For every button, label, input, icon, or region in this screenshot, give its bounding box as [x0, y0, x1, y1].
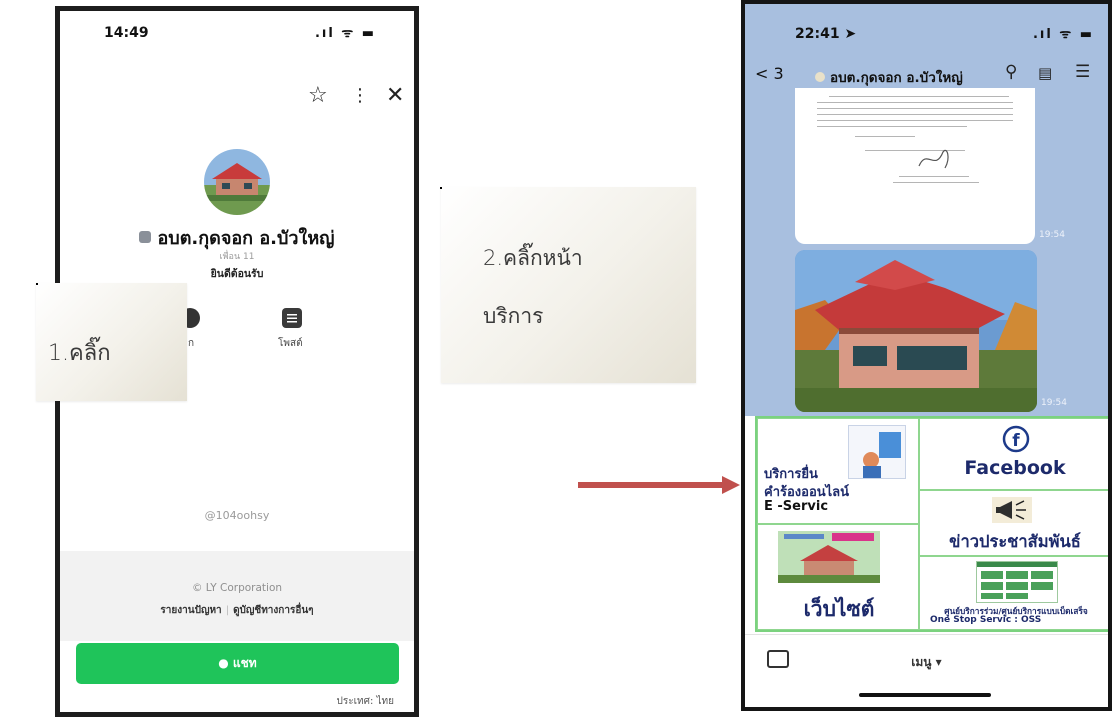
back-button[interactable]: < 3 — [755, 64, 784, 83]
location-arrow-icon: ➤ — [844, 26, 857, 42]
e-service-illustration — [848, 425, 906, 479]
chat-button[interactable]: ● แชท — [76, 643, 399, 684]
status-icons: .ıl ᯤ ▬ — [1032, 27, 1094, 42]
profile-name: อบต.กุดจอก อ.บัวใหญ่ — [60, 223, 414, 252]
arrow-head — [722, 476, 740, 494]
menu-toggle[interactable]: เมนู ▾ — [745, 653, 1108, 672]
welcome-text: ยินดีต้อนรับ — [210, 268, 264, 280]
unread-count: 3 — [773, 64, 784, 83]
rich-menu-website[interactable]: เว็บไซต์ — [757, 524, 919, 630]
oss-thumbnail — [976, 561, 1058, 603]
profile-avatar — [204, 149, 270, 215]
menu-icon[interactable]: ☰ — [1075, 62, 1090, 82]
search-icon[interactable]: ⚲ — [1005, 62, 1017, 82]
callout-step-1-text: 1.คลิ๊ก — [48, 341, 111, 366]
home-indicator — [172, 713, 302, 717]
verified-badge-icon — [139, 231, 152, 243]
facebook-label: Facebook — [964, 457, 1066, 479]
chat-button-label: แชท — [232, 656, 257, 670]
status-time: 22:41 ➤ — [795, 26, 856, 42]
message-time-1: 19:54 — [1039, 230, 1065, 240]
news-label: ข่าวประชาสัมพันธ์ — [949, 532, 1081, 551]
website-thumbnail — [778, 531, 880, 583]
more-icon[interactable]: ⋮ — [351, 85, 369, 106]
rich-menu-facebook[interactable]: f Facebook — [919, 418, 1108, 490]
right-phone-screenshot: 22:41 ➤ .ıl ᯤ ▬ < 3 อบต.กุดจอก อ.บัวใหญ่… — [741, 0, 1112, 711]
close-icon[interactable]: ✕ — [386, 83, 404, 108]
chat-title-text: อบต.กุดจอก อ.บัวใหญ่ — [830, 70, 963, 86]
friends-count: เพื่อน 11 — [219, 252, 255, 262]
back-chevron-icon: < — [755, 64, 769, 83]
star-icon[interactable]: ☆ — [308, 83, 328, 108]
chat-bubble-icon: ● — [218, 656, 233, 670]
chat-avatar-icon — [815, 72, 825, 82]
rich-menu-oss[interactable]: ศูนย์บริการร่วม/ศูนย์บริการแบบเบ็ดเสร็จ … — [919, 556, 1108, 630]
right-arrow-icon — [578, 476, 740, 494]
website-label: เว็บไซต์ — [803, 597, 875, 621]
arrow-shaft — [578, 482, 724, 488]
action-label-chat: ก — [188, 338, 195, 349]
copyright: © LY Corporation — [191, 582, 283, 594]
callout-step-2: 2.คลิ๊กหน้า บริการ — [441, 187, 696, 383]
message-time-2: 19:54 — [1041, 398, 1067, 408]
status-time: 14:49 — [104, 25, 149, 41]
photo-message[interactable] — [795, 250, 1037, 412]
line-id: @104oohsy — [204, 509, 270, 522]
action-label-post: โพสต์ — [278, 338, 303, 349]
rich-menu: บริการยื่น คำร้องออนไลน์ E -Servic f Fac… — [755, 416, 1108, 632]
document-image-message[interactable] — [795, 88, 1035, 244]
oss-line2: One Stop Servic : OSS — [930, 615, 1042, 625]
signature-icon — [918, 149, 949, 169]
callout-step-1: 1.คลิ๊ก — [36, 283, 187, 401]
footer-links: รายงานปัญหา | ดูบัญชีทางการอื่นๆ — [160, 605, 314, 616]
status-time-text: 22:41 — [795, 26, 840, 42]
e-service-line3: E -Servic — [764, 499, 829, 514]
home-indicator — [859, 693, 991, 697]
callout-corner-mark — [36, 283, 38, 285]
other-accounts-link[interactable]: ดูบัญชีทางการอื่นๆ — [233, 605, 314, 616]
svg-text:f: f — [1012, 431, 1020, 451]
chat-title: อบต.กุดจอก อ.บัวใหญ่ — [815, 66, 963, 88]
rich-menu-news[interactable]: ข่าวประชาสัมพันธ์ — [919, 490, 1108, 556]
report-problem-link[interactable]: รายงานปัญหา — [160, 605, 221, 616]
facebook-icon: f — [1002, 425, 1030, 453]
notes-icon[interactable]: ▤ — [1038, 64, 1052, 82]
status-icons: .ıl ᯤ ▬ — [314, 26, 376, 41]
country-label: ประเทศ: ไทย — [336, 696, 394, 707]
profile-name-text: อบต.กุดจอก อ.บัวใหญ่ — [157, 228, 335, 249]
footer-band — [60, 551, 414, 641]
post-icon[interactable] — [282, 308, 302, 328]
rich-menu-e-service[interactable]: บริการยื่น คำร้องออนไลน์ E -Servic — [757, 418, 919, 524]
callout-step-2-line1: 2.คลิ๊กหน้า — [483, 246, 583, 270]
megaphone-icon — [992, 497, 1032, 523]
callout-2-corner-mark — [440, 187, 442, 189]
callout-step-2-line2: บริการ — [483, 304, 544, 328]
